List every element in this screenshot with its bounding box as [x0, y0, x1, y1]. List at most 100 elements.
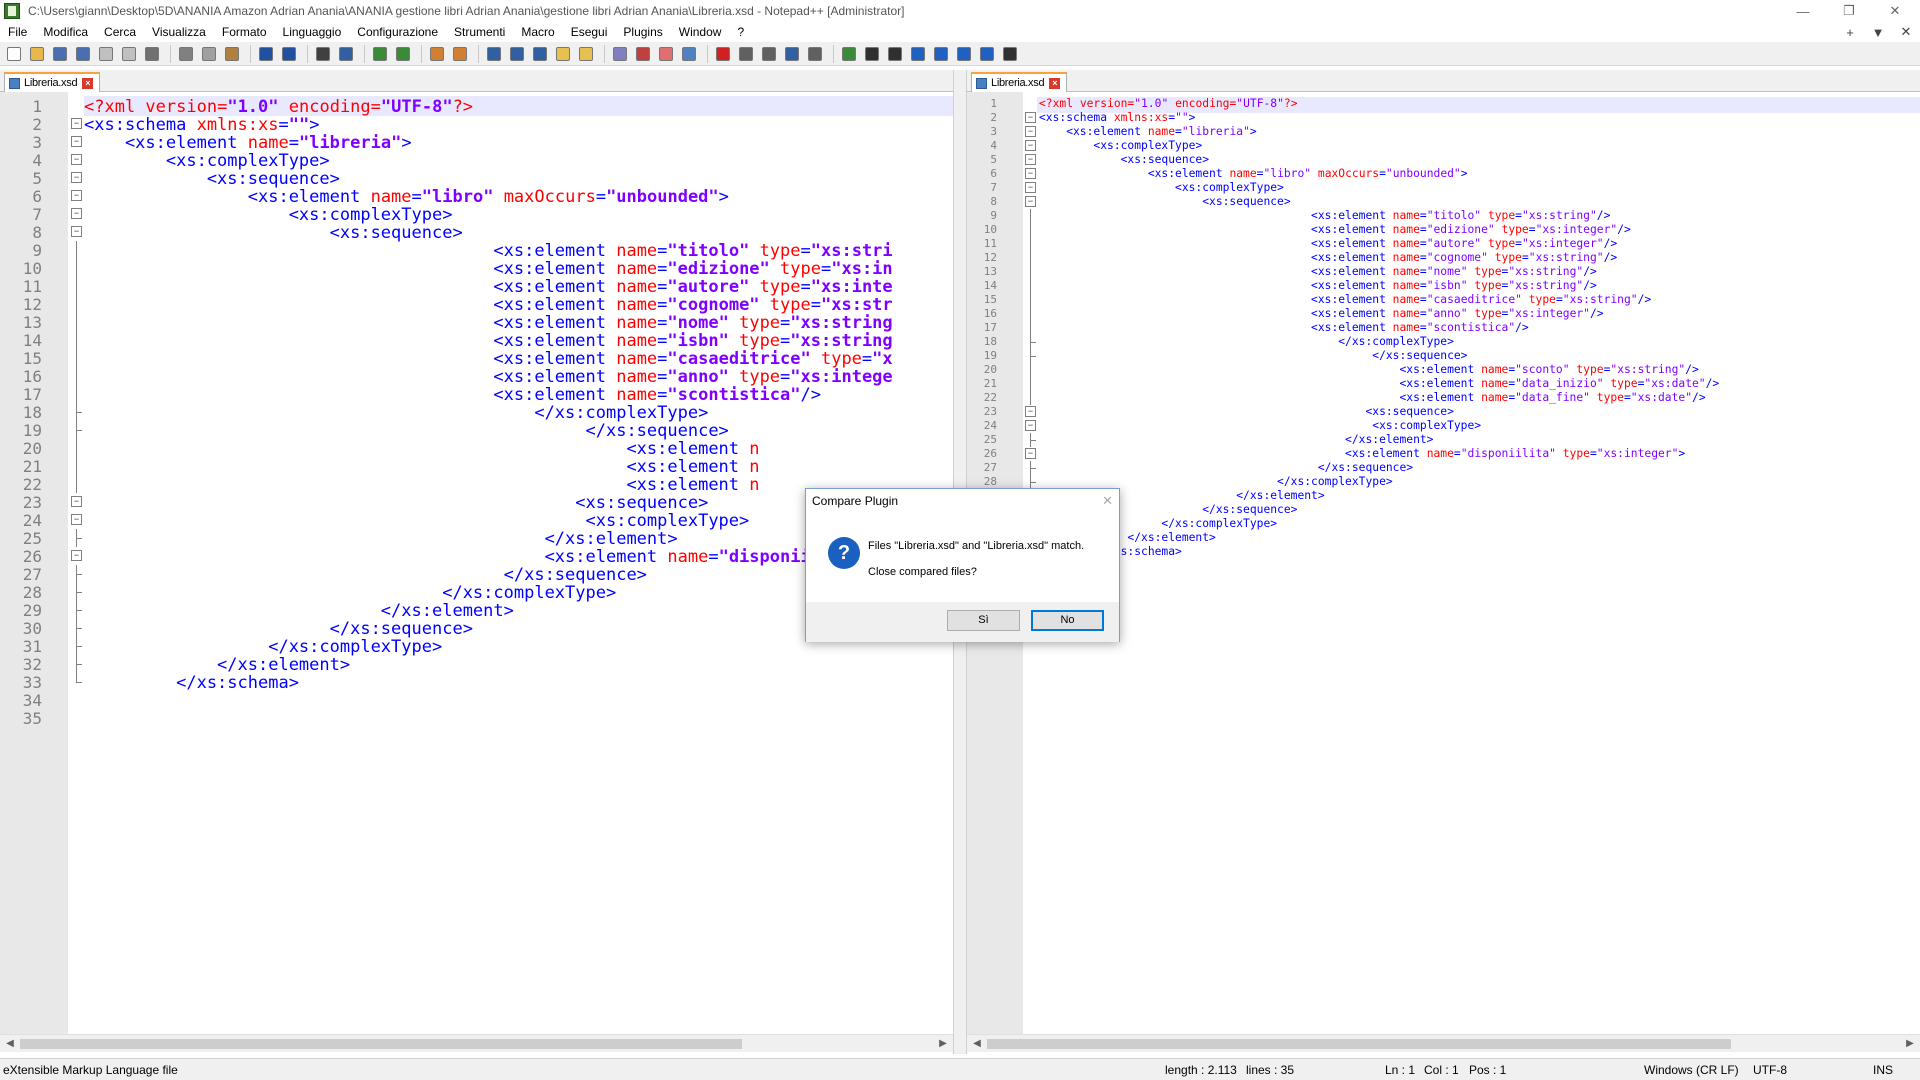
code-line[interactable]: </xs:element> [84, 601, 514, 621]
find-icon[interactable] [313, 44, 333, 64]
compare-icon[interactable] [839, 44, 859, 64]
cut-icon[interactable] [176, 44, 196, 64]
tab-libreria-left[interactable]: Libreria.xsd × [4, 72, 101, 92]
scroll-left-icon[interactable]: ◀ [969, 1036, 985, 1052]
tab-libreria-right[interactable]: Libreria.xsd × [971, 72, 1068, 92]
code-line[interactable]: <xs:element name="scontistica"/> [84, 385, 821, 405]
scroll-thumb[interactable] [20, 1039, 742, 1049]
close-icon[interactable] [96, 44, 116, 64]
fold-toggle-icon[interactable]: − [1025, 140, 1036, 151]
code-line[interactable]: </xs:element> [84, 529, 678, 549]
code-line[interactable]: <?xml version="1.0" encoding="UTF-8"?> [84, 97, 473, 117]
fold-toggle-icon[interactable]: − [71, 550, 82, 561]
fold-toggle-icon[interactable]: − [1025, 406, 1036, 417]
code-line[interactable]: </xs:complexType> [84, 583, 616, 603]
save-icon[interactable] [50, 44, 70, 64]
menu-visualizza[interactable]: Visualizza [144, 25, 214, 39]
code-line[interactable]: <xs:element n [84, 457, 759, 477]
code-line[interactable]: </xs:complexType> [84, 637, 442, 657]
code-line[interactable]: <xs:sequence> [84, 493, 708, 513]
fold-toggle-icon[interactable]: − [1025, 420, 1036, 431]
status-eol[interactable]: Windows (CR LF) [1644, 1063, 1739, 1077]
fold-toggle-icon[interactable]: − [1025, 154, 1036, 165]
code-line[interactable]: </xs:sequence> [84, 565, 647, 585]
menu-help[interactable]: ? [729, 25, 752, 39]
restore-button[interactable]: ❐ [1826, 0, 1872, 22]
compare-first-icon[interactable] [908, 44, 928, 64]
code-line[interactable]: <xs:element name="anno" type="xs:intege [84, 367, 892, 387]
code-line[interactable]: </xs:complexType> [1039, 475, 1393, 488]
zoom-out-icon[interactable] [393, 44, 413, 64]
code-line[interactable]: <xs:element name="edizione" type="xs:in [84, 259, 892, 279]
code-line[interactable]: <xs:schema xmlns:xs=""> [1039, 111, 1195, 124]
code-line[interactable]: <xs:element name="data_fine" type="xs:da… [1039, 391, 1705, 404]
code-line[interactable]: <xs:element n [84, 439, 759, 459]
save-all-icon[interactable] [73, 44, 93, 64]
indent-guide-icon[interactable] [530, 44, 550, 64]
no-button[interactable]: No [1031, 610, 1104, 631]
play-macro-icon[interactable] [759, 44, 779, 64]
code-line[interactable]: <xs:element name="nome" type="xs:string [84, 313, 892, 333]
code-line[interactable]: <xs:element name="isbn" type="xs:string"… [1039, 279, 1597, 292]
menu-strumenti[interactable]: Strumenti [446, 25, 513, 39]
code-line[interactable]: <xs:element name="libreria"> [1039, 125, 1256, 138]
right-horizontal-scrollbar[interactable]: ◀ ▶ [967, 1034, 1920, 1052]
menu-file[interactable]: File [0, 25, 35, 39]
scroll-left-icon[interactable]: ◀ [2, 1036, 18, 1052]
fold-toggle-icon[interactable]: − [1025, 182, 1036, 193]
fold-toggle-icon[interactable]: − [1025, 448, 1036, 459]
code-line[interactable]: <xs:complexType> [84, 511, 750, 531]
zoom-in-icon[interactable] [370, 44, 390, 64]
code-line[interactable]: <xs:sequence> [84, 169, 340, 189]
folder-as-workspace-icon[interactable] [633, 44, 653, 64]
paste-icon[interactable] [222, 44, 242, 64]
code-line[interactable]: <xs:element name="libro" maxOccurs="unbo… [84, 187, 729, 207]
code-line[interactable]: <xs:element name="libreria"> [84, 133, 412, 153]
sync-vertical-icon[interactable] [427, 44, 447, 64]
menu-linguaggio[interactable]: Linguaggio [275, 25, 350, 39]
run-macro-multiple-icon[interactable] [782, 44, 802, 64]
compare-lines-icon[interactable] [862, 44, 882, 64]
monitoring-icon[interactable] [656, 44, 676, 64]
scroll-thumb[interactable] [987, 1039, 1731, 1049]
code-line[interactable]: <xs:complexType> [1039, 181, 1284, 194]
compare-next-icon[interactable] [954, 44, 974, 64]
code-line[interactable]: <xs:sequence> [1039, 405, 1453, 418]
code-line[interactable]: <xs:element name="scontistica"/> [1039, 321, 1529, 334]
code-line[interactable]: <xs:sequence> [1039, 153, 1209, 166]
save-macro-icon[interactable] [805, 44, 825, 64]
udl-icon[interactable] [553, 44, 573, 64]
code-line[interactable]: </xs:sequence> [1039, 349, 1467, 362]
show-all-chars-icon[interactable] [507, 44, 527, 64]
replace-icon[interactable] [336, 44, 356, 64]
code-line[interactable]: <xs:element name="autore" type="xs:inte [84, 277, 892, 297]
record-macro-icon[interactable] [713, 44, 733, 64]
code-line[interactable]: </xs:sequence> [1039, 461, 1413, 474]
menu-configurazione[interactable]: Configurazione [349, 25, 446, 39]
sync-horizontal-icon[interactable] [450, 44, 470, 64]
fold-toggle-icon[interactable]: − [1025, 168, 1036, 179]
code-line[interactable]: <xs:complexType> [84, 205, 453, 225]
menu-cerca[interactable]: Cerca [96, 25, 144, 39]
stop-macro-icon[interactable] [736, 44, 756, 64]
code-line[interactable]: <xs:element name="nome" type="xs:string"… [1039, 265, 1597, 278]
code-line[interactable]: <xs:schema xmlns:xs=""> [84, 115, 319, 135]
doc-map-icon[interactable] [576, 44, 596, 64]
compare-last-icon[interactable] [977, 44, 997, 64]
fold-toggle-icon[interactable]: − [71, 172, 82, 183]
code-line[interactable]: </xs:sequence> [84, 619, 473, 639]
code-line[interactable]: </xs:element> [84, 655, 350, 675]
code-line[interactable]: <xs:element name="titolo" type="xs:stri [84, 241, 892, 261]
code-line[interactable]: <xs:element name="autore" type="xs:integ… [1039, 237, 1617, 250]
code-line[interactable]: </xs:complexType> [84, 403, 708, 423]
code-line[interactable]: <xs:element name="disponiilita" type="xs… [1039, 447, 1685, 460]
minimize-button[interactable]: — [1780, 0, 1826, 22]
code-line[interactable]: </xs:schema> [84, 673, 299, 693]
code-line[interactable]: <xs:element name="data_inizio" type="xs:… [1039, 377, 1719, 390]
fold-toggle-icon[interactable]: − [71, 226, 82, 237]
tab-list-button[interactable]: ▼ [1864, 25, 1892, 40]
print-icon[interactable] [142, 44, 162, 64]
code-line[interactable]: <xs:element name="titolo" type="xs:strin… [1039, 209, 1610, 222]
new-file-icon[interactable] [4, 44, 24, 64]
code-line[interactable]: <xs:element name="sconto" type="xs:strin… [1039, 363, 1698, 376]
